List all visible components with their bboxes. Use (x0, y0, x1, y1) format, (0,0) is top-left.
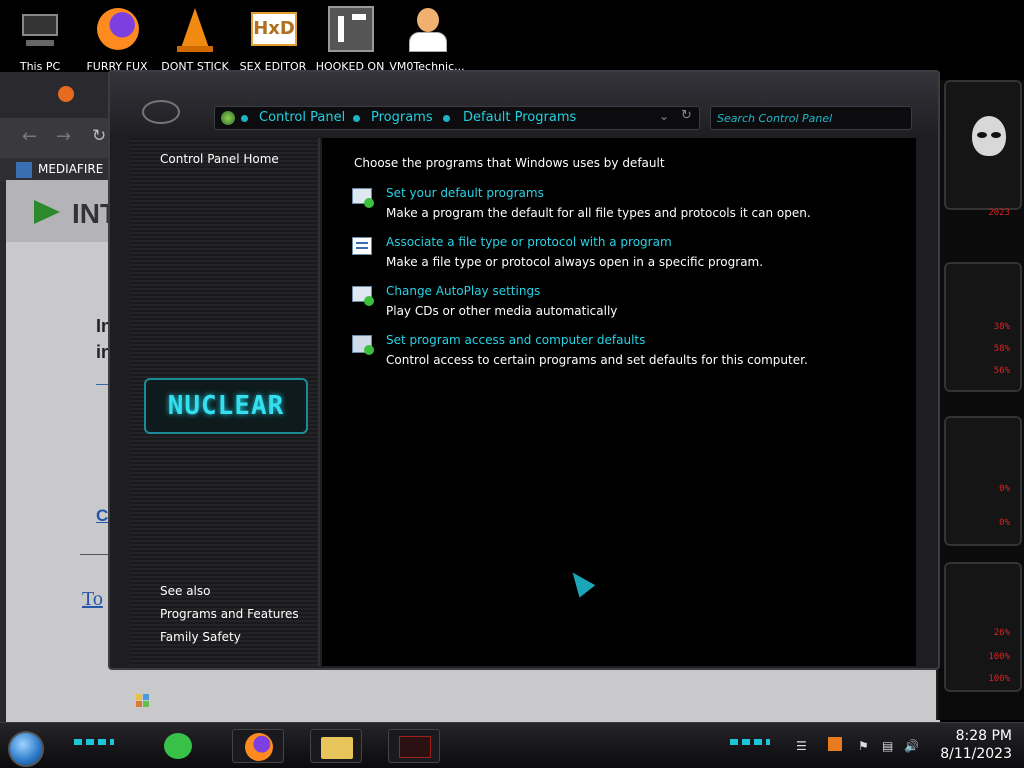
desktop-icon-furry-fux[interactable]: FURRY FUX (79, 4, 155, 73)
gadget-reading-7: 100% (988, 652, 1010, 662)
task-description: Control access to certain programs and s… (386, 353, 808, 367)
breadcrumb-programs[interactable]: Programs (371, 110, 433, 125)
breadcrumb-control-panel[interactable]: Control Panel (259, 110, 345, 125)
volume-icon[interactable]: 🔊 (904, 739, 919, 753)
search-box[interactable] (710, 106, 912, 130)
start-button[interactable] (8, 731, 44, 767)
breadcrumb-default-programs[interactable]: Default Programs (463, 110, 576, 125)
system-monitor-gadget: 2023 38% 58% 56% 0% 0% 26% 100% 100% (936, 80, 1024, 720)
family-safety-icon (136, 694, 150, 708)
control-panel-home-link[interactable]: Control Panel Home (160, 152, 279, 166)
task-set-default-programs: Set your default programs Make a program… (352, 186, 912, 226)
desktop-icon-this-pc[interactable]: This PC (2, 4, 78, 73)
desktop-icon-vm0technic[interactable]: VM0Technic... (389, 4, 465, 73)
breadcrumb-separator-icon (443, 115, 450, 122)
forward-arrow-icon[interactable]: → (56, 126, 71, 147)
page-title: Choose the programs that Windows uses by… (354, 156, 665, 170)
see-also-heading: See also (160, 584, 211, 598)
task-description: Play CDs or other media automatically (386, 304, 618, 318)
control-panel-icon (221, 111, 235, 125)
task-description: Make a file type or protocol always open… (386, 255, 764, 269)
reload-icon[interactable]: ↻ (92, 126, 106, 146)
flag-icon[interactable]: ⚑ (858, 739, 869, 753)
mouse-cursor-icon (564, 566, 596, 598)
gadget-reading-8: 100% (988, 674, 1010, 684)
program-access-link[interactable]: Set program access and computer defaults (386, 333, 645, 347)
computer-icon (16, 6, 64, 54)
gadget-alien-block: 2023 (944, 80, 1022, 218)
taskbar-decoration (74, 739, 114, 745)
desktop-icon-dont-stick[interactable]: DONT STICK (157, 4, 233, 73)
set-default-programs-link[interactable]: Set your default programs (386, 186, 544, 200)
folder-icon (321, 737, 353, 759)
network-icon[interactable]: ▤ (882, 739, 893, 753)
taskbar-notes-app[interactable] (152, 729, 204, 763)
search-input[interactable] (711, 107, 911, 130)
gadget-cpu-block: 38% 58% 56% (944, 262, 1022, 392)
play-arrow-icon (34, 200, 60, 224)
alien-logo-icon (142, 100, 180, 124)
gadget-reading-2: 58% (993, 344, 1010, 354)
family-safety-link[interactable]: Family Safety (160, 630, 241, 644)
firefox-icon (245, 733, 273, 761)
navigation-pane: Control Panel Home NUCLEAR See also Prog… (130, 138, 320, 707)
taskbar: ☰ ⚑ ▤ 🔊 8:28 PM 8/11/2023 (0, 722, 1024, 768)
taskbar-control-panel[interactable] (388, 729, 440, 763)
gadget-year: 2023 (988, 208, 1010, 218)
program-access-icon (352, 335, 374, 355)
page-link-fragment-2[interactable]: To (82, 588, 103, 611)
system-clock[interactable]: 8:28 PM 8/11/2023 (940, 727, 1012, 763)
desktop-icon-hooked-on[interactable]: HOOKED ON (312, 4, 388, 73)
control-panel-window: Control Panel Programs Default Programs … (108, 70, 940, 707)
nuclear-theme-banner: NUCLEAR (144, 378, 308, 434)
gadget-reading-3: 56% (993, 366, 1010, 376)
content-pane: Choose the programs that Windows uses by… (322, 138, 916, 666)
tray-expand-icon[interactable]: ☰ (796, 739, 807, 753)
tray-app-icon[interactable] (828, 737, 842, 751)
clock-date: 8/11/2023 (940, 746, 1012, 762)
task-associate-file-type: Associate a file type or protocol with a… (352, 235, 912, 275)
gadget-reading-4: 0% (999, 484, 1010, 494)
default-programs-icon (352, 188, 374, 208)
address-bar[interactable]: Control Panel Programs Default Programs … (214, 106, 700, 130)
firefox-icon (93, 6, 141, 54)
gadget-reading-5: 0% (999, 518, 1010, 528)
doctor-avatar-icon (403, 6, 451, 54)
taskbar-decoration (730, 739, 770, 745)
gadget-network-block: 0% 0% (944, 416, 1022, 546)
gadget-reading-1: 38% (993, 322, 1010, 332)
file-list-icon (352, 237, 374, 257)
desktop-icon-sex-editor[interactable]: HxD SEX EDITOR (235, 4, 311, 73)
window-title-bar: Control Panel Programs Default Programs … (110, 72, 938, 138)
traffic-cone-icon (171, 6, 219, 54)
alien-head-icon (972, 116, 1006, 156)
window-thumbnail-icon (399, 736, 431, 758)
chevron-down-icon[interactable]: ⌄ (659, 109, 669, 123)
clock-time: 8:28 PM (955, 728, 1012, 744)
back-arrow-icon[interactable]: ← (22, 126, 37, 147)
associate-file-type-link[interactable]: Associate a file type or protocol with a… (386, 235, 672, 249)
taskbar-firefox[interactable] (232, 729, 284, 763)
gadget-drive-block: 26% 100% 100% (944, 562, 1022, 692)
breadcrumb-separator-icon (353, 115, 360, 122)
programs-and-features-link[interactable]: Programs and Features (160, 607, 299, 621)
hex-editor-icon: HxD (249, 6, 297, 54)
task-autoplay: Change AutoPlay settings Play CDs or oth… (352, 284, 912, 324)
browser-tab-favicon[interactable] (58, 86, 74, 102)
taskbar-file-explorer[interactable] (310, 729, 362, 763)
mediafire-bookmark-icon (16, 162, 32, 178)
desktop-icon-label: This PC (19, 60, 61, 73)
maze-game-icon (326, 6, 374, 54)
gadget-reading-6: 26% (993, 628, 1010, 638)
breadcrumb-separator-icon (241, 115, 248, 122)
change-autoplay-link[interactable]: Change AutoPlay settings (386, 284, 540, 298)
refresh-icon[interactable]: ↻ (681, 108, 692, 123)
notes-icon (164, 733, 192, 759)
task-program-access: Set program access and computer defaults… (352, 333, 912, 373)
autoplay-icon (352, 286, 374, 306)
task-description: Make a program the default for all file … (386, 206, 811, 220)
